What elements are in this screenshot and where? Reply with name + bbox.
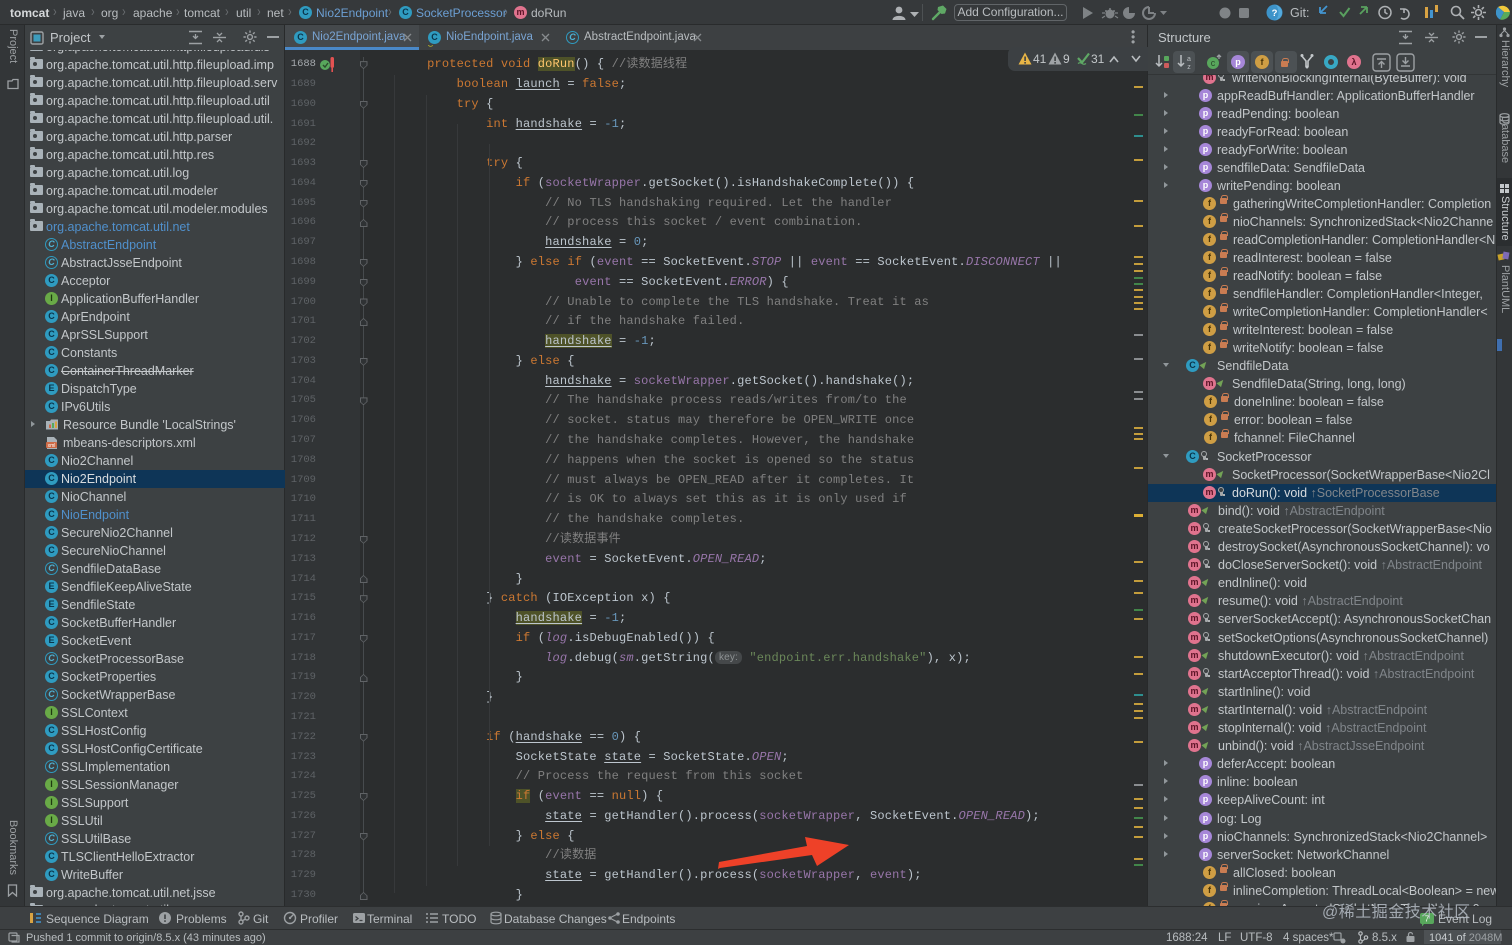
svg-text:xml: xml	[48, 443, 56, 449]
svg-text:a: a	[1187, 56, 1191, 63]
svg-text:c: c	[1211, 58, 1216, 68]
svg-text:z: z	[1187, 64, 1191, 70]
svg-text:?: ?	[1272, 8, 1278, 19]
